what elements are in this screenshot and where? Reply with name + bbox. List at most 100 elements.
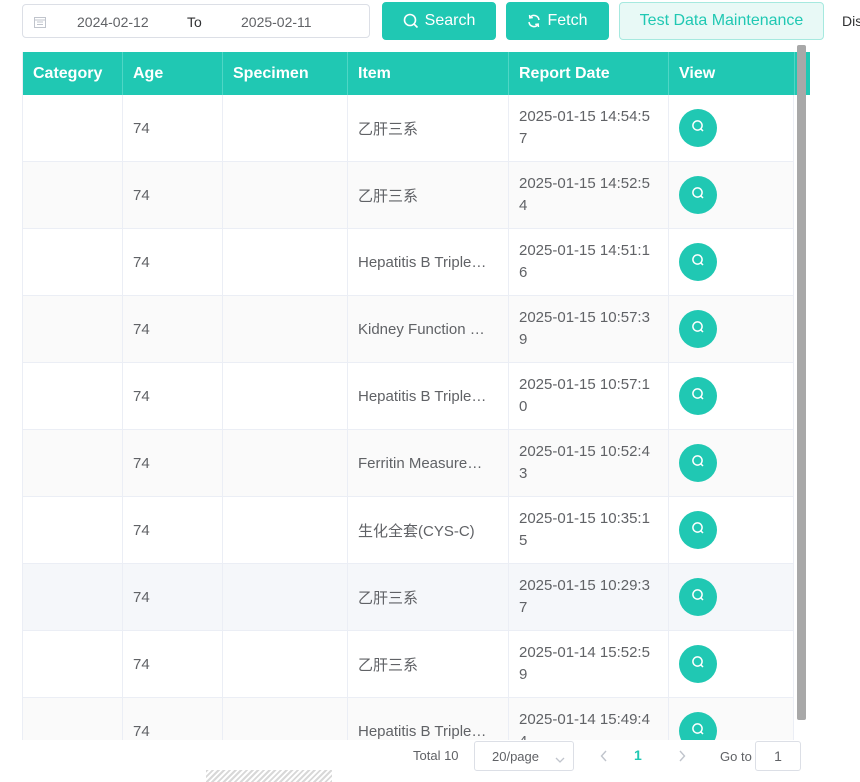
cell-age: 74 (123, 631, 223, 697)
search-icon (691, 119, 705, 137)
view-record-button[interactable] (679, 578, 717, 616)
cell-category (23, 229, 123, 295)
cell-age-text: 74 (133, 186, 150, 204)
cell-report-date: 2025-01-15 14:54:57 (509, 95, 669, 161)
cell-specimen (223, 95, 348, 161)
cell-category (23, 497, 123, 563)
next-page-button[interactable] (672, 748, 692, 764)
cell-age: 74 (123, 564, 223, 630)
cell-report-date-text: 2025-01-14 15:49:44 (519, 711, 650, 740)
cell-item: 生化全套(CYS-C) (348, 497, 509, 563)
cell-report-date: 2025-01-14 15:52:59 (509, 631, 669, 697)
pagination-total: Total 10 (413, 748, 459, 763)
view-record-button[interactable] (679, 645, 717, 683)
cell-item: 乙肝三系 (348, 631, 509, 697)
table-row[interactable]: 74 生化全套(CYS-C) 2025-01-15 10:35:15 (23, 497, 794, 564)
cell-report-date: 2025-01-15 10:52:43 (509, 430, 669, 496)
cell-report-date: 2025-01-15 14:51:16 (509, 229, 669, 295)
cell-report-date-text: 2025-01-15 10:57:10 (519, 376, 650, 415)
start-date-input[interactable]: 2024-02-12 (77, 14, 177, 30)
table-row[interactable]: 74 Hepatitis B Triple… 2025-01-15 10:57:10 (23, 363, 794, 430)
cell-age-text: 74 (133, 722, 150, 740)
fetch-button[interactable]: Fetch (506, 2, 609, 40)
column-header-category[interactable]: Category (23, 52, 123, 95)
cell-report-date: 2025-01-15 10:57:39 (509, 296, 669, 362)
cell-item: Ferritin Measure… (348, 430, 509, 496)
cell-category (23, 631, 123, 697)
column-header-item[interactable]: Item (348, 52, 509, 95)
test-data-maintenance-button[interactable]: Test Data Maintenance (619, 2, 824, 40)
cell-report-date: 2025-01-15 10:35:15 (509, 497, 669, 563)
cell-category (23, 698, 123, 740)
view-record-button[interactable] (679, 444, 717, 482)
goto-page-input[interactable]: 1 (755, 741, 801, 771)
cell-age: 74 (123, 363, 223, 429)
cell-item-text: 乙肝三系 (358, 187, 419, 205)
table-row[interactable]: 74 乙肝三系 2025-01-15 14:52:54 (23, 162, 794, 229)
horizontal-scroll-indicator[interactable] (206, 770, 332, 782)
cell-item: 乙肝三系 (348, 162, 509, 228)
column-header-specimen[interactable]: Specimen (223, 52, 348, 95)
cell-view (669, 564, 794, 630)
cell-report-date: 2025-01-14 15:49:44 (509, 698, 669, 740)
cell-age: 74 (123, 698, 223, 740)
cell-report-date: 2025-01-15 10:57:10 (509, 363, 669, 429)
cell-report-date-text: 2025-01-15 10:29:37 (519, 577, 650, 616)
table-row[interactable]: 74 Kidney Function … 2025-01-15 10:57:39 (23, 296, 794, 363)
view-record-button[interactable] (679, 176, 717, 214)
cell-item: Hepatitis B Triple… (348, 363, 509, 429)
view-record-button[interactable] (679, 310, 717, 348)
cell-specimen (223, 631, 348, 697)
view-record-button[interactable] (679, 109, 717, 147)
cell-report-date: 2025-01-15 10:29:37 (509, 564, 669, 630)
page-size-value: 20/page (492, 749, 539, 764)
table-row[interactable]: 74 Hepatitis B Triple… 2025-01-15 14:51:16 (23, 229, 794, 296)
cell-category (23, 430, 123, 496)
search-icon (691, 186, 705, 204)
table-scrollbar-thumb[interactable] (797, 45, 806, 720)
cell-age-text: 74 (133, 253, 150, 271)
table-row[interactable]: 74 乙肝三系 2025-01-15 14:54:57 (23, 95, 794, 162)
cell-report-date-text: 2025-01-15 14:54:57 (519, 108, 650, 147)
cell-item: Hepatitis B Triple… (348, 698, 509, 740)
cell-specimen (223, 229, 348, 295)
view-record-button[interactable] (679, 377, 717, 415)
page-number-current[interactable]: 1 (634, 747, 642, 763)
search-button[interactable]: Search (382, 2, 496, 40)
cell-view (669, 497, 794, 563)
cell-view (669, 698, 794, 740)
cell-age: 74 (123, 497, 223, 563)
view-record-button[interactable] (679, 511, 717, 549)
table-row[interactable]: 74 乙肝三系 2025-01-14 15:52:59 (23, 631, 794, 698)
date-range-picker[interactable]: 2024-02-12 To 2025-02-11 (22, 4, 370, 38)
cell-category (23, 95, 123, 161)
page-size-select[interactable]: 20/page (474, 741, 574, 771)
cell-age-text: 74 (133, 387, 150, 405)
view-record-button[interactable] (679, 712, 717, 740)
chevron-down-icon (555, 752, 565, 767)
cell-view (669, 95, 794, 161)
search-icon (691, 253, 705, 271)
table-row[interactable]: 74 Hepatitis B Triple… 2025-01-14 15:49:44 (23, 698, 794, 740)
view-record-button[interactable] (679, 243, 717, 281)
search-icon (691, 454, 705, 472)
column-header-age[interactable]: Age (123, 52, 223, 95)
column-header-report-date[interactable]: Report Date (509, 52, 669, 95)
maintenance-button-label: Test Data Maintenance (639, 12, 804, 29)
end-date-input[interactable]: 2025-02-11 (241, 14, 341, 30)
table-row[interactable]: 74 Ferritin Measure… 2025-01-15 10:52:43 (23, 430, 794, 497)
cell-age-text: 74 (133, 119, 150, 137)
column-header-view[interactable]: View (669, 52, 795, 95)
search-icon (691, 387, 705, 405)
cell-age: 74 (123, 229, 223, 295)
cell-specimen (223, 564, 348, 630)
cell-item-text: Hepatitis B Triple… (358, 387, 487, 405)
truncated-toolbar-label[interactable]: Dis (842, 13, 860, 29)
prev-page-button[interactable] (594, 748, 614, 764)
search-icon (691, 320, 705, 338)
refresh-icon (527, 14, 541, 28)
cell-category (23, 296, 123, 362)
cell-item-text: 乙肝三系 (358, 656, 419, 674)
cell-view (669, 162, 794, 228)
table-row[interactable]: 74 乙肝三系 2025-01-15 10:29:37 (23, 564, 794, 631)
